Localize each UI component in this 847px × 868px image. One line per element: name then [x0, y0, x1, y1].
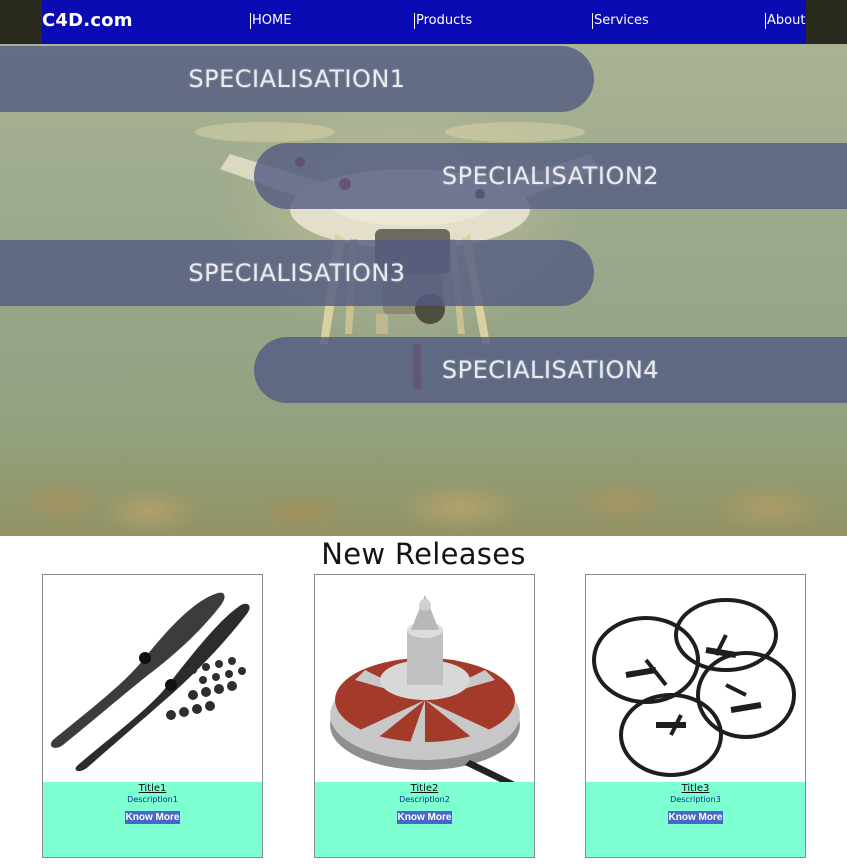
card-description-2: Description2	[399, 795, 450, 804]
nav-services[interactable]: Services	[592, 13, 649, 29]
card-title-2[interactable]: Title2	[315, 782, 534, 795]
card-description-1: Description1	[127, 795, 178, 804]
motor-icon	[315, 575, 534, 782]
prop-guard-icon	[586, 575, 805, 782]
know-more-button-1[interactable]: Know More	[124, 811, 181, 824]
hero-banner: SPECIALISATION1 SPECIALISATION2 SPECIALI…	[0, 44, 847, 536]
know-more-button-2[interactable]: Know More	[396, 811, 453, 824]
card-title-1[interactable]: Title1	[43, 782, 262, 795]
nav-home[interactable]: HOME	[250, 13, 291, 29]
card-body-3: Title3 Description3 Know More	[586, 782, 805, 857]
nav-products[interactable]: Products	[414, 13, 472, 29]
specialisation-3[interactable]: SPECIALISATION3	[0, 240, 594, 306]
brand-logo[interactable]: C4D.com	[42, 10, 133, 31]
product-card-1: Title1 Description1 Know More	[42, 574, 263, 858]
product-card-3: Title3 Description3 Know More	[585, 574, 806, 858]
specialisation-4[interactable]: SPECIALISATION4	[254, 337, 847, 403]
know-more-button-3[interactable]: Know More	[667, 811, 724, 824]
new-releases-heading: New Releases	[321, 537, 526, 571]
card-body-1: Title1 Description1 Know More	[43, 782, 262, 857]
propeller-icon	[43, 575, 262, 782]
card-title-3[interactable]: Title3	[586, 782, 805, 795]
nav-about[interactable]: About	[765, 13, 805, 29]
navbar: C4D.com HOME Products Services About	[42, 0, 806, 44]
top-bar: C4D.com HOME Products Services About	[0, 0, 847, 44]
specialisation-2[interactable]: SPECIALISATION2	[254, 143, 847, 209]
card-body-2: Title2 Description2 Know More	[315, 782, 534, 857]
product-card-2: Title2 Description2 Know More	[314, 574, 535, 858]
specialisation-1[interactable]: SPECIALISATION1	[0, 46, 594, 112]
tree-line	[0, 441, 847, 536]
card-description-3: Description3	[670, 795, 721, 804]
